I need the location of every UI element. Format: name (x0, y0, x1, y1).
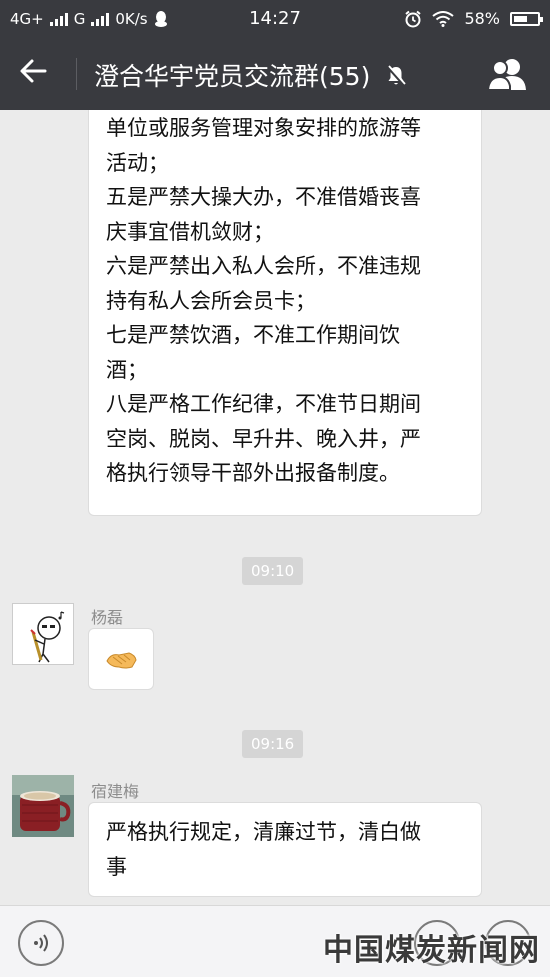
message-timestamp: 09:10 (242, 557, 304, 585)
battery-icon (510, 11, 543, 26)
header-divider (76, 58, 77, 90)
system-indicators: 58% (404, 9, 543, 28)
group-members-icon (486, 59, 526, 91)
back-button[interactable] (18, 56, 58, 92)
handshake-emoji-icon (106, 652, 137, 669)
message-line: 格执行领导干部外出报备制度。 (106, 461, 400, 485)
chat-title: 澄合华宇党员交流群(55) (94, 57, 406, 93)
stick-figure-avatar-icon (30, 611, 65, 663)
status-bar: 4G+ G 0K/s 14:27 58% (0, 0, 550, 38)
wifi-icon (432, 10, 455, 27)
watermark-logo: 中国煤炭新闻网 (323, 933, 540, 968)
avatar[interactable] (12, 775, 74, 837)
message-bubble[interactable] (88, 628, 154, 690)
sender-name: 杨磊 (91, 608, 124, 627)
message-line: 严格执行规定，清廉过节，清白做 (106, 820, 421, 844)
message-line: 庆事宜借机敛财； (106, 219, 274, 244)
message-line: 事 (106, 854, 127, 879)
message-line: 八是严格工作纪律，不准节日期间 (106, 392, 421, 416)
battery-percent: 58% (464, 9, 500, 28)
message-line: 活动； (106, 150, 169, 175)
voice-wave-icon (34, 934, 48, 952)
message-line: 七是严禁饮酒，不准工作期间饮 (106, 323, 400, 347)
muted-bell-icon (386, 64, 406, 92)
message-line: 持有私人会所会员卡； (106, 288, 316, 313)
chat-message-list[interactable]: 单位或服务管理对象安排的旅游等 活动； 五是严禁大操大办，不准借婚丧喜 庆事宜借… (0, 110, 550, 905)
message-timestamp: 09:16 (242, 730, 304, 758)
group-name: 澄合华宇党员交流群(55) (94, 62, 371, 91)
coffee-cup-avatar-icon (12, 775, 74, 837)
chat-header: 澄合华宇党员交流群(55) (0, 38, 550, 110)
message-bubble[interactable]: 严格执行规定，清廉过节，清白做 事 (88, 802, 482, 897)
message-line: 六是严禁出入私人会所，不准违规 (106, 254, 421, 278)
sender-name: 宿建梅 (91, 782, 140, 801)
alarm-clock-icon (405, 10, 422, 27)
avatar[interactable] (12, 603, 74, 665)
group-members-button[interactable] (486, 56, 530, 92)
message-line: 空岗、脱岗、早升井、晚入井，严 (106, 426, 421, 451)
message-line: 单位或服务管理对象安排的旅游等 (106, 116, 421, 140)
message-line: 酒； (106, 357, 148, 382)
back-arrow-icon (20, 59, 47, 83)
message-bubble[interactable]: 单位或服务管理对象安排的旅游等 活动； 五是严禁大操大办，不准借婚丧喜 庆事宜借… (88, 110, 482, 516)
voice-input-button[interactable] (18, 920, 64, 966)
message-line: 五是严禁大操大办，不准借婚丧喜 (106, 185, 421, 209)
